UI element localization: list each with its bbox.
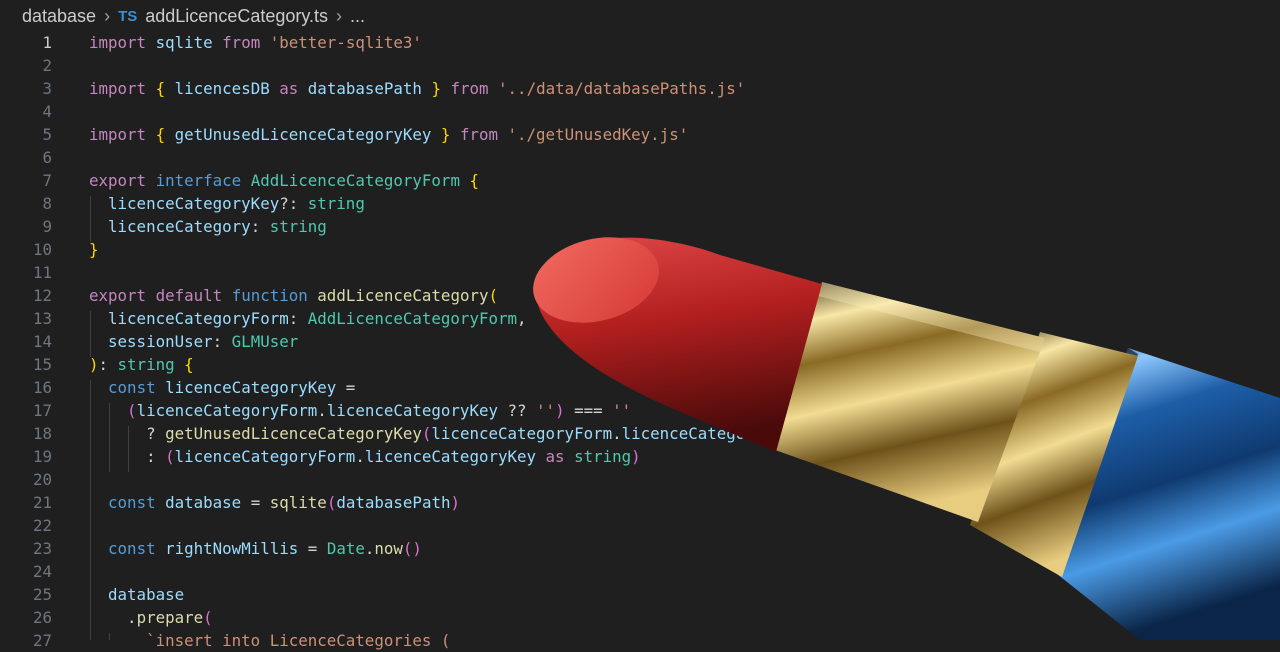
lipstick-image (533, 237, 1280, 640)
